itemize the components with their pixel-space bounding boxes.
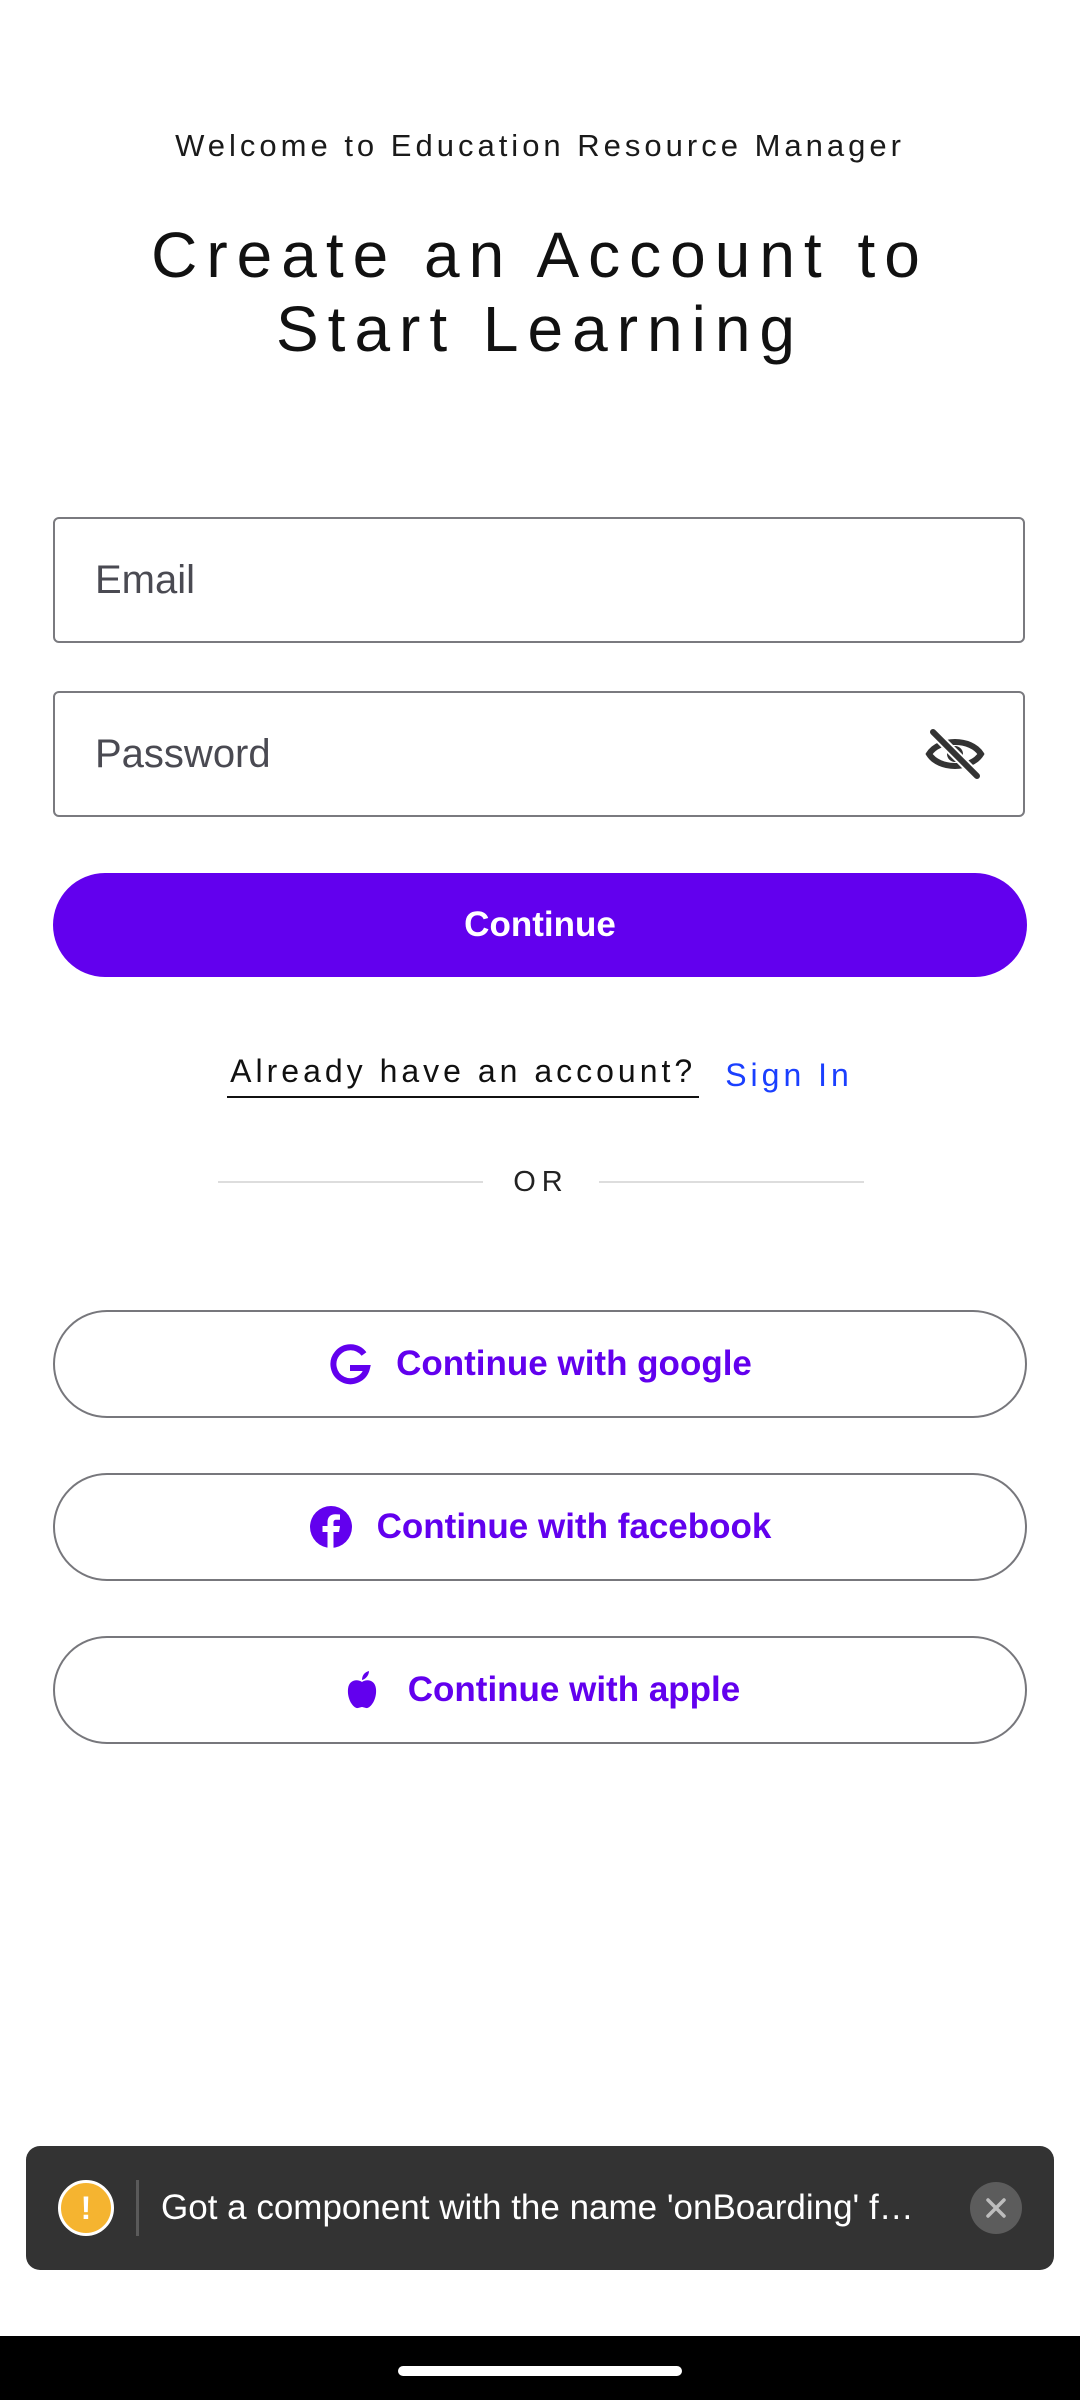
google-icon bbox=[330, 1344, 371, 1385]
apple-icon bbox=[347, 1671, 376, 1709]
warning-toast[interactable]: ! Got a component with the name 'onBoard… bbox=[26, 2146, 1054, 2270]
sign-in-link[interactable]: Sign In bbox=[725, 1057, 853, 1094]
divider-line-left bbox=[218, 1181, 484, 1183]
email-placeholder: Email bbox=[95, 557, 196, 602]
toast-message: Got a component with the name 'onBoardin… bbox=[161, 2188, 914, 2227]
welcome-text: Welcome to Education Resource Manager bbox=[175, 128, 905, 163]
home-gesture-handle[interactable] bbox=[398, 2366, 682, 2376]
facebook-icon bbox=[309, 1506, 352, 1549]
continue-with-apple-button[interactable]: Continue with apple bbox=[53, 1636, 1027, 1744]
already-have-account-text: Already have an account? bbox=[227, 1053, 700, 1098]
warning-icon: ! bbox=[58, 2180, 114, 2236]
password-field[interactable]: Password bbox=[53, 691, 1025, 817]
system-navigation-bar bbox=[0, 2336, 1080, 2400]
continue-with-google-button[interactable]: Continue with google bbox=[53, 1310, 1027, 1418]
divider-line-right bbox=[598, 1181, 864, 1183]
apple-button-label: Continue with apple bbox=[407, 1670, 741, 1709]
or-divider: OR bbox=[218, 1164, 864, 1200]
google-button-label: Continue with google bbox=[396, 1344, 752, 1383]
facebook-button-label: Continue with facebook bbox=[376, 1507, 772, 1546]
close-icon[interactable] bbox=[970, 2182, 1022, 2234]
continue-button[interactable]: Continue bbox=[53, 873, 1027, 977]
page-title: Create an Account to Start Learning bbox=[0, 218, 1080, 366]
email-field[interactable]: Email bbox=[53, 517, 1025, 643]
or-label: OR bbox=[513, 1165, 569, 1198]
continue-with-facebook-button[interactable]: Continue with facebook bbox=[53, 1473, 1027, 1581]
signin-row: Already have an account? Sign In bbox=[0, 1053, 1080, 1109]
toast-divider bbox=[136, 2180, 139, 2236]
page-title-line-1: Create an Account to bbox=[151, 219, 929, 291]
password-placeholder: Password bbox=[95, 731, 271, 776]
page-title-line-2: Start Learning bbox=[275, 293, 805, 365]
close-x-glyph bbox=[986, 2198, 1006, 2218]
eye-off-icon[interactable] bbox=[925, 728, 985, 780]
